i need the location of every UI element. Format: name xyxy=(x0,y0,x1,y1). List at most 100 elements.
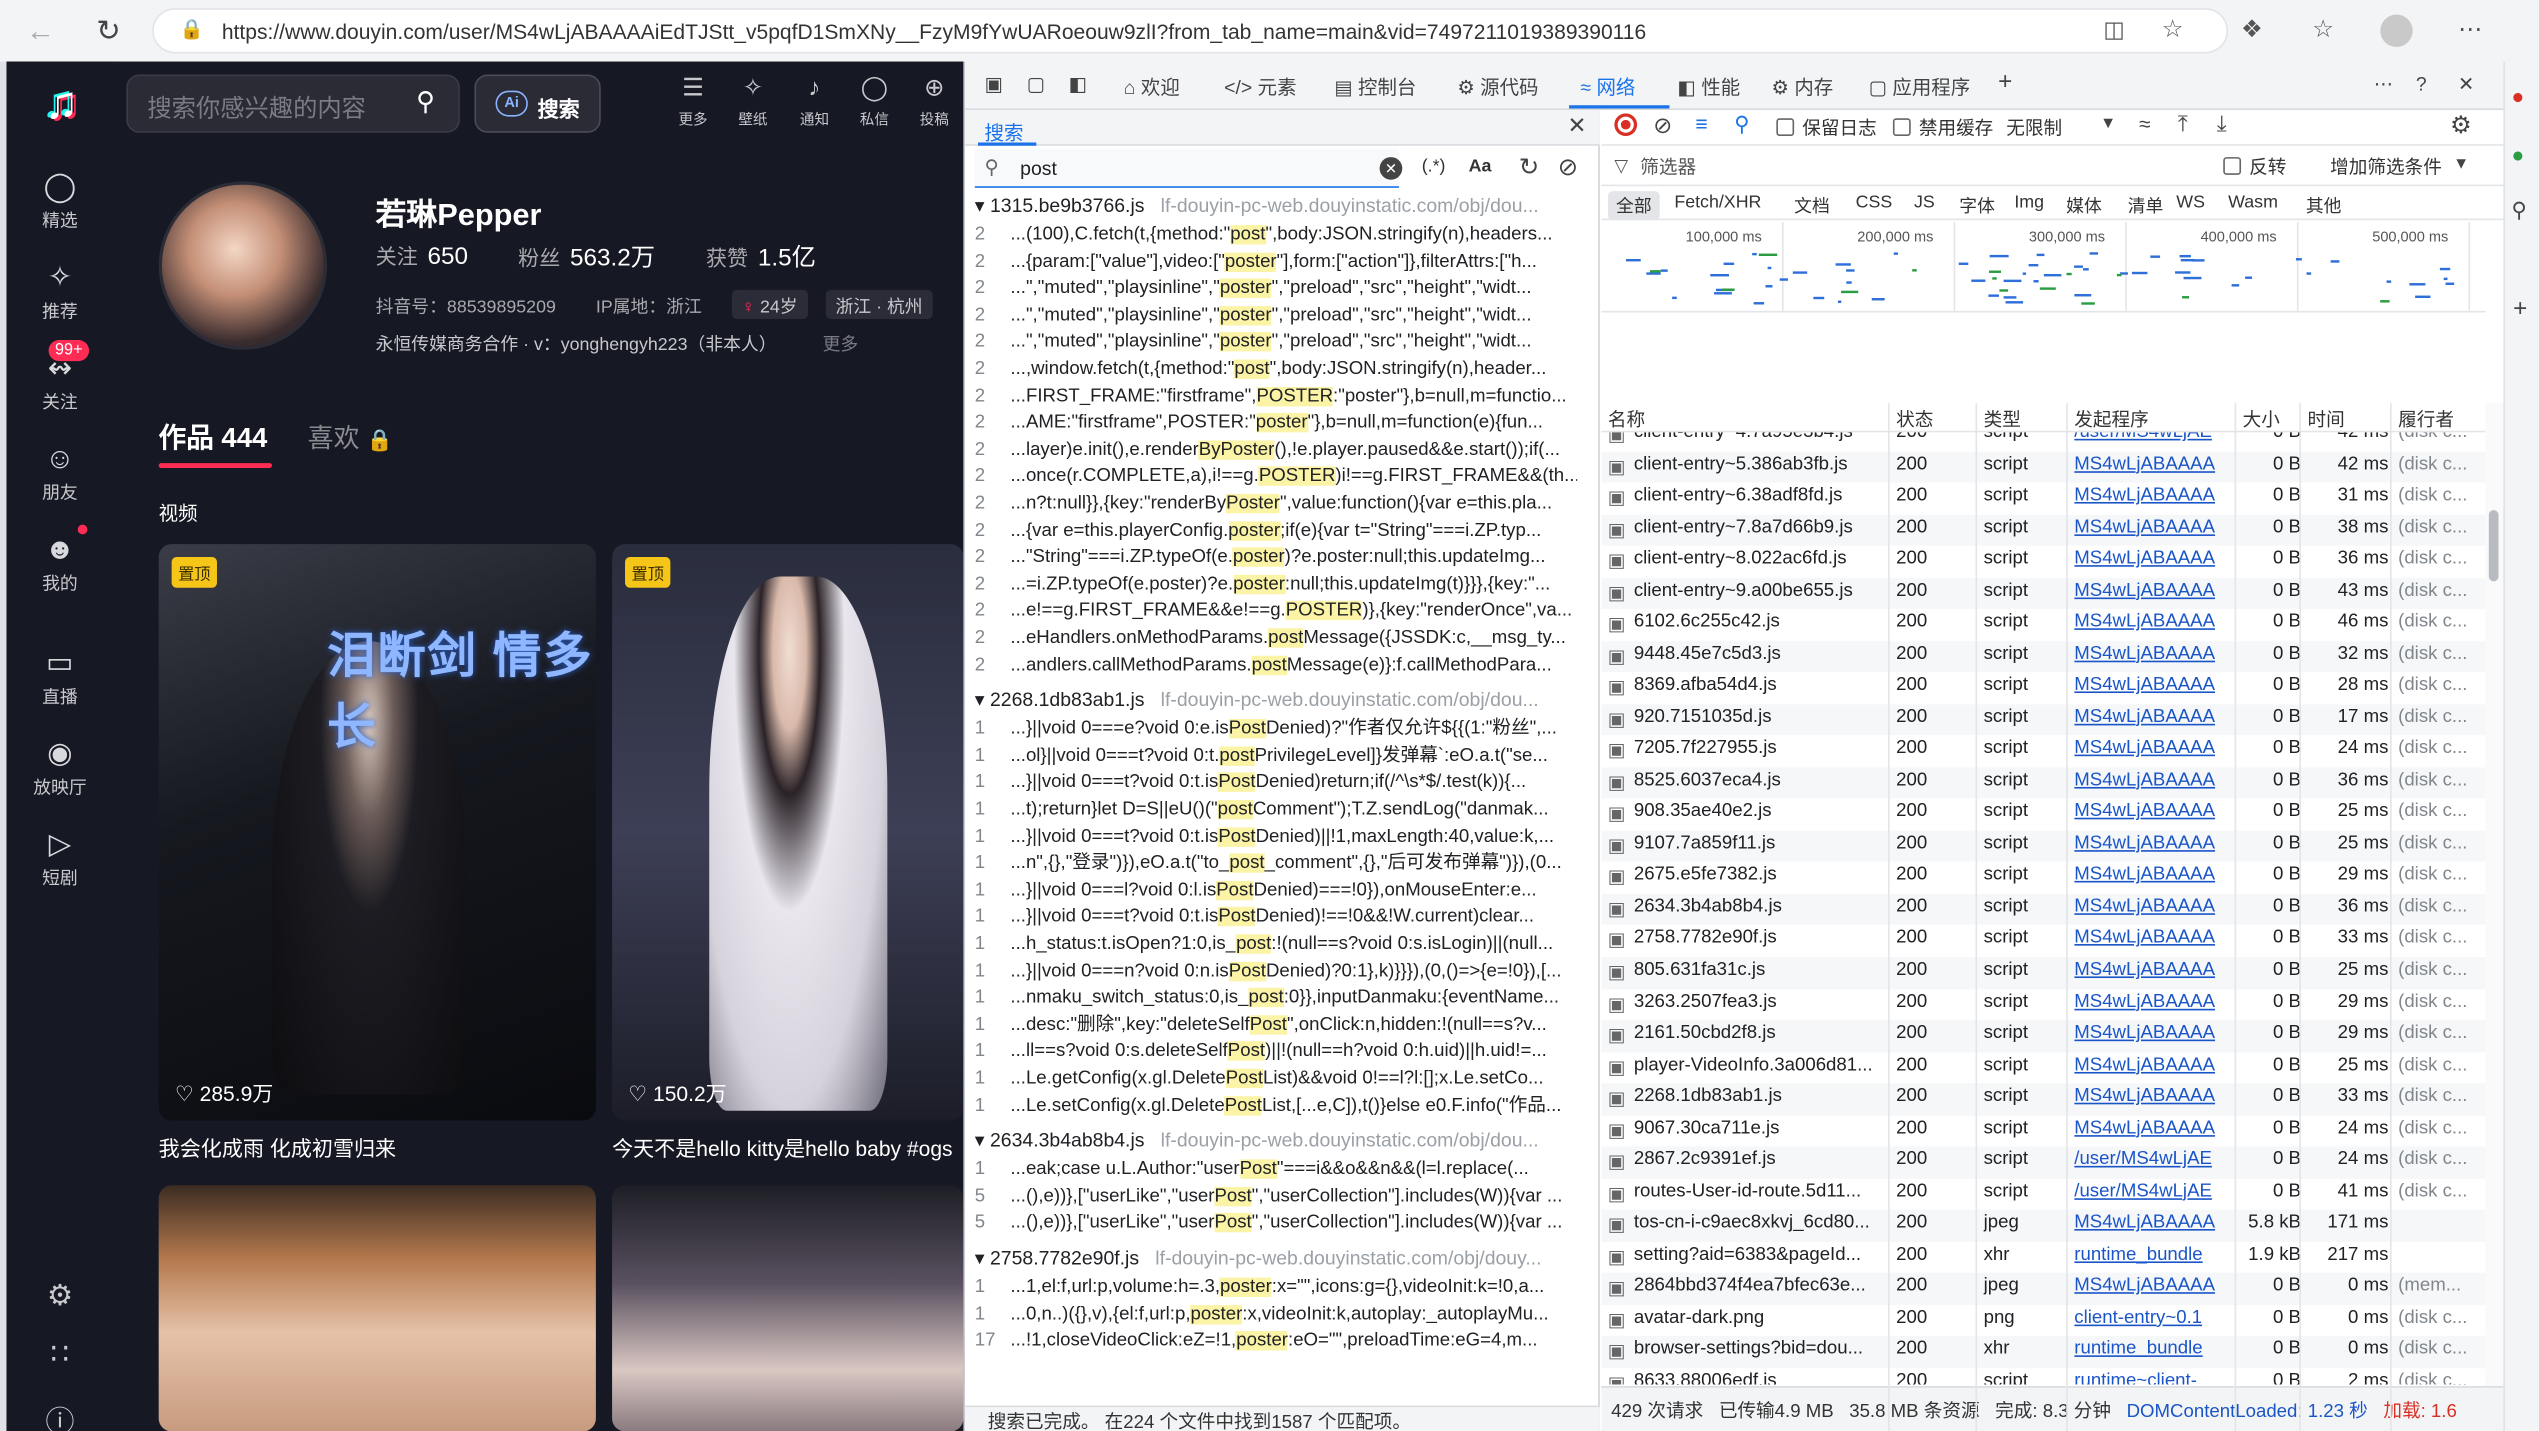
search-match-line[interactable]: 2 ...n?t:null}},{key:"renderByPoster",val… xyxy=(975,491,1577,517)
following-count[interactable]: 关注 650 xyxy=(376,240,468,271)
tab-welcome[interactable]: ⌂ 欢迎 xyxy=(1124,73,1180,101)
type-filter[interactable]: 字体 xyxy=(1951,191,2003,220)
split-screen-icon[interactable]: ◫ xyxy=(2103,16,2124,44)
export-har-icon[interactable]: ⤓ xyxy=(2217,110,2227,138)
scrollbar-thumb[interactable] xyxy=(2488,510,2499,582)
column-divider[interactable] xyxy=(1975,403,1978,1431)
search-match-line[interactable]: 2 ...","muted","playsinline","poster","pr… xyxy=(975,329,1577,355)
search-match-line[interactable]: 1 ...1,el:f,url:p,volume:h=.3,poster:x=""… xyxy=(975,1274,1577,1300)
type-filter[interactable]: JS xyxy=(1906,191,1943,214)
chevron-down-icon[interactable]: ▼ xyxy=(2100,115,2116,133)
device-toggle-icon[interactable]: ▣ xyxy=(985,73,1003,96)
filter-input[interactable]: 筛选器 xyxy=(1640,154,1696,180)
search-match-line[interactable]: 2 ...andlers.callMethodParams.postMessage… xyxy=(975,652,1577,678)
search-match-line[interactable]: 1 ...Le.setConfig(x.gl.DeletePostList,[..… xyxy=(975,1092,1577,1118)
add-tab-icon[interactable]: + xyxy=(1998,68,2012,96)
wallpaper-button[interactable]: ✧ 壁纸 xyxy=(729,74,778,129)
request-row[interactable]: ▣ 3263.2507fea3.js 200 script MS4wLjABAAAA 0 … xyxy=(1601,989,2485,1021)
type-filter[interactable]: Wasm xyxy=(2220,191,2286,214)
column-header[interactable]: 大小 xyxy=(2243,406,2280,432)
import-har-icon[interactable]: ⤒ xyxy=(2178,110,2188,138)
more-button[interactable]: ☰ 更多 xyxy=(669,74,718,129)
tab-memory[interactable]: ⚙ 内存 xyxy=(1771,73,1833,101)
search-match-line[interactable]: 1 ...0,n..)({},v),{el:f,url:p,poster:x,vi… xyxy=(975,1301,1577,1327)
request-row[interactable]: ▣ 2758.7782e90f.js 200 script MS4wLjABAAAA 0 … xyxy=(1601,925,2485,957)
network-settings-icon[interactable]: ⚙ xyxy=(2450,110,2472,140)
type-filter[interactable]: 清单 xyxy=(2120,191,2172,220)
grid-icon[interactable]: ∷ xyxy=(6,1338,113,1372)
clear-query-icon[interactable]: ✕ xyxy=(1379,157,1403,180)
tab-sources[interactable]: ⚙ 源代码 xyxy=(1457,73,1538,101)
inspect-icon[interactable]: ▢ xyxy=(1027,73,1045,96)
request-row[interactable]: ▣ 7205.7f227955.js 200 script MS4wLjABAAAA 0 … xyxy=(1601,736,2485,768)
search-match-line[interactable]: 1 ...desc:"删除",key:"deleteSelfPost",onCli… xyxy=(975,1012,1577,1038)
douyin-search-input[interactable]: 搜索你感兴趣的内容 ⚲ xyxy=(126,74,460,133)
profile-avatar-image[interactable] xyxy=(158,181,328,350)
request-row[interactable]: ▣ 2268.1db83ab1.js 200 script MS4wLjABAAAA 0 … xyxy=(1601,1083,2486,1116)
search-match-line[interactable]: 1 ...Le.getConfig(x.gl.DeletePostList)&&v… xyxy=(975,1065,1577,1091)
search-match-line[interactable]: 2 ...(100),C.fetch(t,{method:"post",body:… xyxy=(975,222,1577,248)
search-match-line[interactable]: 1 ...}||void 0===e?void 0:e.isPostDenied)… xyxy=(975,716,1577,742)
type-filter[interactable]: 文档 xyxy=(1786,191,1838,220)
network-conditions-icon[interactable]: ≈ xyxy=(2139,112,2151,136)
request-row[interactable]: ▣ 2867.2c9391ef.js 200 script/user/MS4wLjAE… xyxy=(1601,1146,2486,1179)
search-match-line[interactable]: 1 ...ol}||void 0===t?void 0:t.postPrivile… xyxy=(975,743,1577,769)
request-row[interactable]: ▣ client-entry~8.022ac6fd.js 200 script MS4w… xyxy=(1601,546,2485,578)
type-filter[interactable]: 全部 xyxy=(1607,191,1660,221)
request-row[interactable]: ▣ client-entry~9.a00be655.js 200 script MS4w… xyxy=(1601,577,2486,610)
request-row[interactable]: ▣ client-entry~7.8a7d66b9.js 200 script MS4w… xyxy=(1601,514,2486,546)
search-match-line[interactable]: 2 ...{var e=this.playerConfig.poster;if(e… xyxy=(975,518,1577,544)
search-match-line[interactable]: 2 ...once(r.COMPLETE,a),i!==g.POSTER)i!==… xyxy=(975,464,1577,490)
video-card[interactable]: 泪断剑 情多长 置顶 ♡ 285.9万 xyxy=(158,544,596,1121)
request-row[interactable]: ▣ 9067.30ca711e.js 200 script MS4wLjABAAAA 0 … xyxy=(1601,1115,2485,1147)
column-divider[interactable] xyxy=(2066,403,2068,1431)
request-row[interactable]: ▣ 8633.88006edf.js 200 script runtime~client… xyxy=(1601,1368,2485,1384)
search-icon[interactable]: ⚲ xyxy=(416,86,435,118)
sidebar-item-cinema[interactable]: ◉ 放映厅 xyxy=(6,735,113,800)
column-header[interactable]: 类型 xyxy=(1984,406,2021,432)
request-row[interactable]: ▣ 805.631fa31c.js 200 script MS4wLjABAAAA 0 B… xyxy=(1601,956,2486,989)
search-match-line[interactable]: 5 ...(),e))},["userLike","userPost","user… xyxy=(975,1210,1577,1236)
tab-network[interactable]: ≈ 网络 xyxy=(1580,73,1635,101)
video-title[interactable]: 我会化成雨 化成初雪归来 xyxy=(159,1132,396,1163)
search-match-line[interactable]: 17 ...!1,closeVideoClick:eZ=!1,poster:eO=… xyxy=(975,1328,1577,1354)
search-match-line[interactable]: 1 ...n",{},"登录")}),eO.a.t("to_post_commen… xyxy=(975,850,1577,876)
search-match-line[interactable]: 1 ...}||void 0===n?void 0:n.isPostDenied)… xyxy=(975,958,1577,984)
bio-more-link[interactable]: 更多 xyxy=(823,330,859,356)
request-row[interactable]: ▣ 920.7151035d.js 200 script MS4wLjABAAAA 0 B… xyxy=(1601,703,2486,736)
clear-log-icon[interactable]: ⊘ xyxy=(1653,112,1672,140)
tab-application[interactable]: ▢ 应用程序 xyxy=(1869,73,1971,101)
video-card[interactable]: 置顶 ♡ 150.2万 xyxy=(612,544,964,1121)
settings-icon[interactable]: ⚙ xyxy=(6,1279,113,1313)
search-icon[interactable]: ⚲ xyxy=(1734,112,1749,138)
request-row[interactable]: ▣ 8369.afba54d4.js 200 script MS4wLjABAAAA 0 … xyxy=(1601,672,2485,704)
request-row[interactable]: ▣ routes-User-id-route.5d11... 200 script/u… xyxy=(1601,1178,2485,1210)
type-filter[interactable]: Img xyxy=(2006,191,2052,214)
message-button[interactable]: ◯ 私信 xyxy=(850,74,899,129)
refresh-icon[interactable]: ↻ xyxy=(1519,152,1539,182)
search-match-line[interactable]: 2 ...e!==g.FIRST_FRAME&&e!==g.POSTER)},{k… xyxy=(975,598,1577,624)
shopping-icon[interactable]: ● xyxy=(2511,84,2524,108)
search-match-line[interactable]: 1 ...eak;case u.L.Author:"userPost"===i&&… xyxy=(975,1156,1577,1182)
request-row[interactable]: ▣ 2864bbd374f4ea7bfec63e... 200 jpeg MS4wLjA… xyxy=(1601,1273,2486,1305)
search-file-header[interactable]: ▾ 2268.1db83ab1.js lf-douyin-pc-web.douyi… xyxy=(975,688,1577,711)
help-icon[interactable]: ⓘ xyxy=(6,1399,113,1431)
match-case-toggle[interactable]: Aa xyxy=(1469,157,1492,176)
notify-button[interactable]: ♪ 通知 xyxy=(790,74,839,129)
search-match-line[interactable]: 2 ...AME:"firstframe",POSTER:"poster"},b=… xyxy=(975,410,1577,436)
more-tools-icon[interactable]: ⋯ xyxy=(2374,73,2393,96)
more-filters-dropdown[interactable]: 增加筛选条件 xyxy=(2330,154,2442,180)
request-row[interactable]: ▣ client-entry~6.38adf8fd.js 200 script MS4w… xyxy=(1601,483,2485,515)
close-search-icon[interactable]: ✕ xyxy=(1567,112,1586,140)
search-match-line[interactable]: 2 ...","muted","playsinline","poster","pr… xyxy=(975,302,1577,328)
request-row[interactable]: ▣ player-VideoInfo.3a006d81... 200 script MS… xyxy=(1601,1052,2485,1084)
column-header[interactable]: 名称 xyxy=(1608,406,1645,432)
video-title[interactable]: 今天不是hello kitty是hello baby #ogs xyxy=(612,1132,963,1163)
address-bar[interactable]: 🔒 https://www.douyin.com/user/MS4wLjABAA… xyxy=(152,8,2229,54)
video-card[interactable] xyxy=(612,1185,964,1431)
tab-performance[interactable]: ◧ 性能 xyxy=(1678,73,1741,101)
video-card[interactable] xyxy=(158,1185,596,1431)
disable-cache-checkbox[interactable] xyxy=(1892,118,1911,137)
search-match-line[interactable]: 2 ...","muted","playsinline","poster","pr… xyxy=(975,276,1577,302)
clear-icon[interactable]: ⊘ xyxy=(1558,152,1578,182)
